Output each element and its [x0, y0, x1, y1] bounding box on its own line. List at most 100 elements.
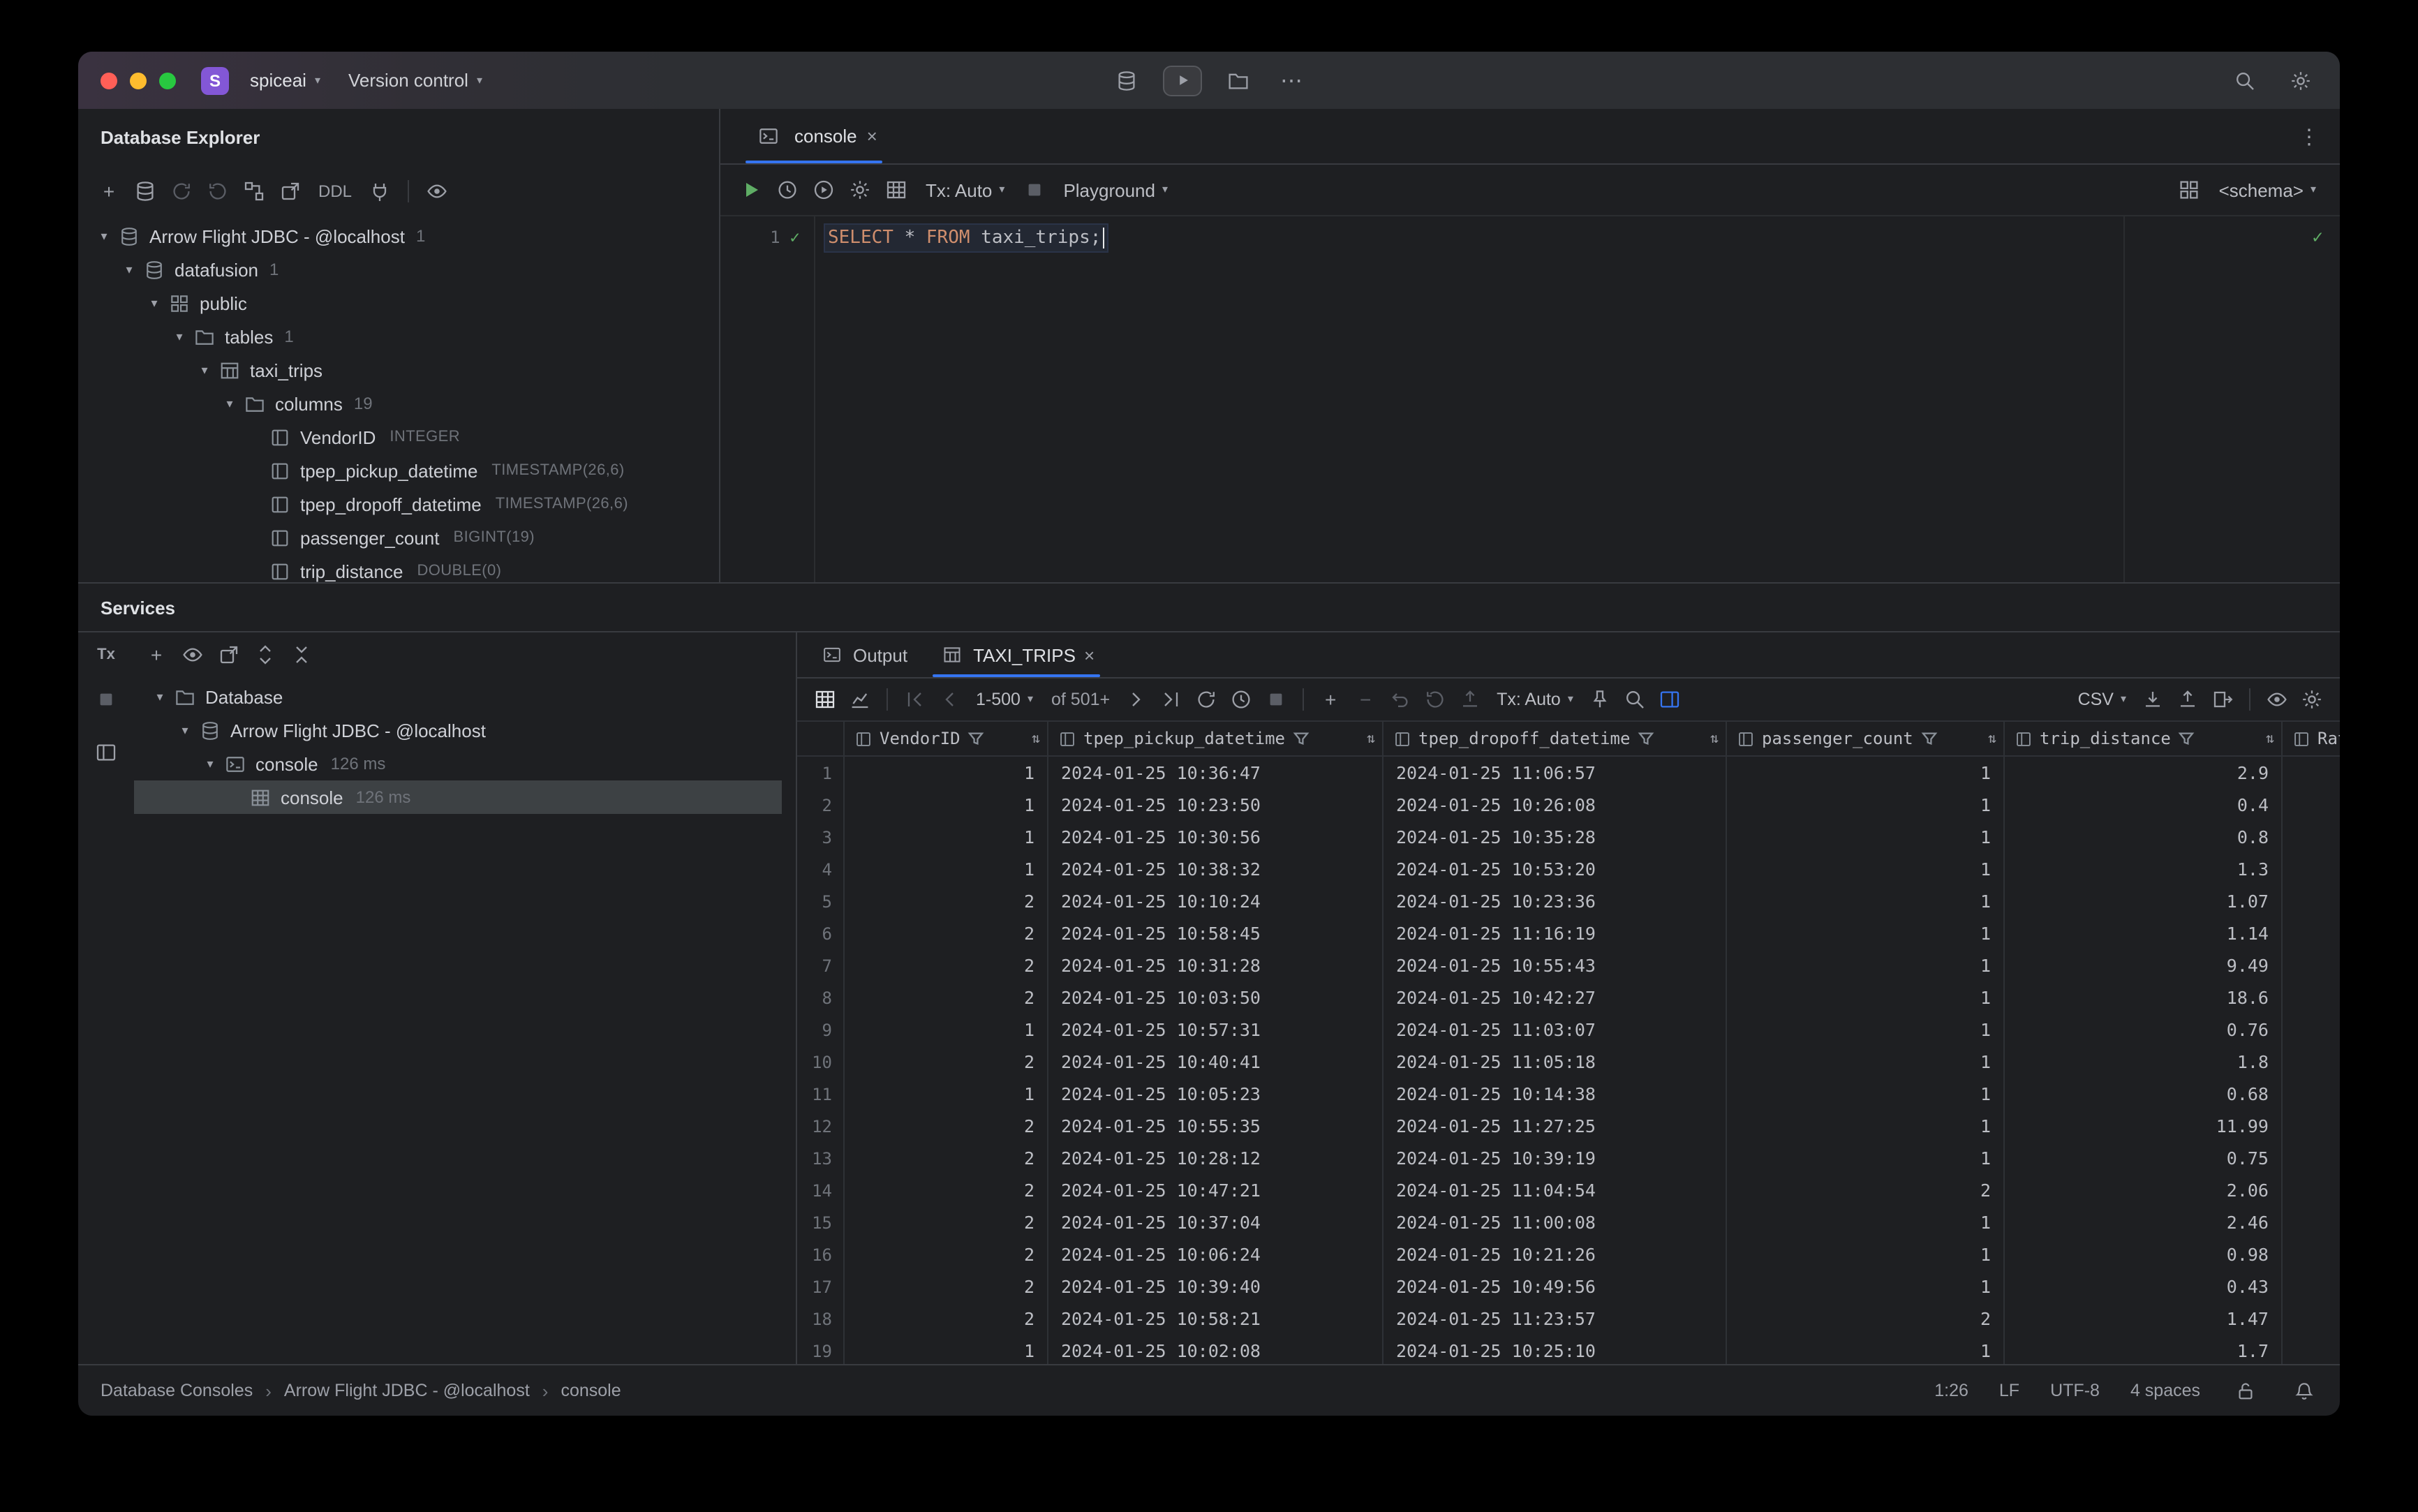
grid-cell[interactable]: 2 [845, 1110, 1048, 1142]
grid-cell[interactable] [2283, 1174, 2340, 1206]
sql-statement[interactable]: SELECT * FROM taxi_trips; [823, 223, 1109, 252]
grid-cell[interactable]: 1.7 [2005, 1335, 2283, 1364]
grid-cell[interactable]: 2024-01-25 10:38:32 [1048, 853, 1384, 885]
database-tool-icon[interactable] [1110, 64, 1143, 97]
grid-cell[interactable]: 1 [1727, 789, 2005, 821]
row-number[interactable]: 10 [797, 1046, 845, 1078]
grid-cell[interactable]: 1.14 [2005, 917, 2283, 949]
upload-icon[interactable] [2171, 684, 2204, 715]
grid-cell[interactable]: 1 [1727, 1206, 2005, 1238]
delete-row-icon[interactable]: − [1349, 684, 1382, 715]
grid-cell[interactable]: 1 [845, 789, 1048, 821]
grid-cell[interactable]: 1 [1727, 1078, 2005, 1110]
tab-console[interactable]: console × [734, 109, 894, 163]
grid-cell[interactable]: 1 [845, 1078, 1048, 1110]
open-in-icon[interactable] [212, 638, 246, 672]
row-number[interactable]: 13 [797, 1142, 845, 1174]
settings-gear-icon[interactable] [2284, 64, 2317, 97]
explorer-item-trip-distance[interactable]: trip_distance DOUBLE(0) [78, 554, 719, 582]
table-view-icon[interactable] [880, 173, 913, 207]
chart-view-icon[interactable] [843, 684, 877, 715]
grid-cell[interactable]: 1 [1727, 757, 2005, 789]
grid-cell[interactable]: 2024-01-25 10:40:41 [1048, 1046, 1384, 1078]
grid-cell[interactable] [2283, 1335, 2340, 1364]
row-number[interactable]: 1 [797, 757, 845, 789]
reload-icon[interactable] [1189, 684, 1223, 715]
grid-cell[interactable]: 2024-01-25 10:37:04 [1048, 1206, 1384, 1238]
transactions-tool-icon[interactable]: Tx [97, 646, 115, 663]
grid-settings-icon[interactable] [2295, 684, 2329, 715]
grid-cell[interactable]: 2024-01-25 10:23:36 [1384, 885, 1727, 917]
chevron-down-icon[interactable]: ▾ [117, 262, 141, 277]
grid-cell[interactable]: 1.07 [2005, 885, 2283, 917]
grid-cell[interactable]: 1.47 [2005, 1303, 2283, 1335]
playground-dropdown[interactable]: Playground ▾ [1053, 177, 1178, 203]
row-number[interactable]: 11 [797, 1078, 845, 1110]
grid-cell[interactable]: 2024-01-25 10:31:28 [1048, 949, 1384, 981]
grid-cell[interactable] [2283, 789, 2340, 821]
grid-cell[interactable] [2283, 1142, 2340, 1174]
explorer-item-taxi-trips[interactable]: ▾ taxi_trips [78, 353, 719, 387]
chevron-down-icon[interactable]: ▾ [218, 396, 242, 411]
close-window-button[interactable] [101, 72, 117, 89]
grid-cell[interactable]: 2024-01-25 10:57:31 [1048, 1014, 1384, 1046]
grid-cell[interactable]: 1 [1727, 853, 2005, 885]
project-dropdown[interactable]: spiceai ▾ [240, 64, 330, 96]
explorer-item-datafusion[interactable]: ▾ datafusion 1 [78, 253, 719, 286]
grid-cell[interactable]: 2024-01-25 10:28:12 [1048, 1142, 1384, 1174]
chevron-down-icon[interactable]: ▾ [193, 362, 216, 378]
grid-cell[interactable]: 1 [1727, 1238, 2005, 1270]
editor-options-icon[interactable]: ⋮ [2292, 119, 2326, 153]
view-options-eye-icon[interactable] [2260, 684, 2294, 715]
grid-cell[interactable] [2283, 853, 2340, 885]
breadcrumb-item[interactable]: Arrow Flight JDBC - @localhost [284, 1381, 530, 1400]
explorer-item-vendorid[interactable]: VendorID INTEGER [78, 420, 719, 454]
grid-cell[interactable]: 1 [1727, 885, 2005, 917]
explorer-item-columns[interactable]: ▾ columns 19 [78, 387, 719, 420]
close-tab-icon[interactable]: × [867, 126, 877, 147]
datasource-icon[interactable] [128, 174, 162, 207]
grid-cell[interactable]: 2 [845, 1174, 1048, 1206]
add-service-icon[interactable]: + [140, 638, 173, 672]
grid-cell[interactable]: 2 [1727, 1303, 2005, 1335]
previous-page-icon[interactable] [933, 684, 966, 715]
grid-cell[interactable]: 2 [845, 981, 1048, 1014]
grid-cell[interactable]: 0.4 [2005, 789, 2283, 821]
chevron-down-icon[interactable]: ▾ [168, 329, 191, 344]
grid-cell[interactable]: 2024-01-25 10:35:28 [1384, 821, 1727, 853]
grid-cell[interactable]: 2024-01-25 11:23:57 [1384, 1303, 1727, 1335]
explorer-item-tpep-pickup-datetime[interactable]: tpep_pickup_datetime TIMESTAMP(26,6) [78, 454, 719, 487]
row-number[interactable]: 8 [797, 981, 845, 1014]
grid-cell[interactable]: 2024-01-25 10:23:50 [1048, 789, 1384, 821]
grid-cell[interactable]: 1 [1727, 821, 2005, 853]
grid-cell[interactable]: 1 [1727, 917, 2005, 949]
stop-icon[interactable] [1017, 173, 1051, 207]
download-icon[interactable] [2136, 684, 2169, 715]
column-header-vendorid[interactable]: VendorID ⇅ [845, 722, 1048, 755]
row-number[interactable]: 4 [797, 853, 845, 885]
run-all-icon[interactable] [807, 173, 840, 207]
grid-cell[interactable]: 2024-01-25 11:04:54 [1384, 1174, 1727, 1206]
grid-cell[interactable]: 1 [845, 757, 1048, 789]
grid-cell[interactable]: 2024-01-25 11:00:08 [1384, 1206, 1727, 1238]
column-header-passenger-count[interactable]: passenger_count ⇅ [1727, 722, 2005, 755]
pin-tab-icon[interactable] [1583, 684, 1617, 715]
rollback-icon[interactable] [1418, 684, 1452, 715]
grid-cell[interactable]: 0.8 [2005, 821, 2283, 853]
explorer-item-tpep-dropoff-datetime[interactable]: tpep_dropoff_datetime TIMESTAMP(26,6) [78, 487, 719, 521]
indent-setting[interactable]: 4 spaces [2130, 1381, 2200, 1400]
next-page-icon[interactable] [1120, 684, 1153, 715]
editor-content[interactable]: 1 ✓ SELECT * FROM taxi_trips; ✓ [720, 216, 2340, 582]
grid-cell[interactable]: 1 [845, 853, 1048, 885]
inspections-ok-icon[interactable]: ✓ [2312, 228, 2323, 249]
view-options-eye-icon[interactable] [420, 174, 454, 207]
row-number[interactable]: 18 [797, 1303, 845, 1335]
code-line[interactable]: SELECT * FROM taxi_trips; [814, 223, 1109, 252]
row-number[interactable]: 12 [797, 1110, 845, 1142]
grid-cell[interactable]: 2.9 [2005, 757, 2283, 789]
grid-cell[interactable]: 2024-01-25 10:53:20 [1384, 853, 1727, 885]
grid-cell[interactable]: 2024-01-25 11:16:19 [1384, 917, 1727, 949]
ddl-button[interactable]: DDL [310, 181, 360, 200]
grid-cell[interactable]: 0.98 [2005, 1238, 2283, 1270]
grid-cell[interactable] [2283, 1046, 2340, 1078]
